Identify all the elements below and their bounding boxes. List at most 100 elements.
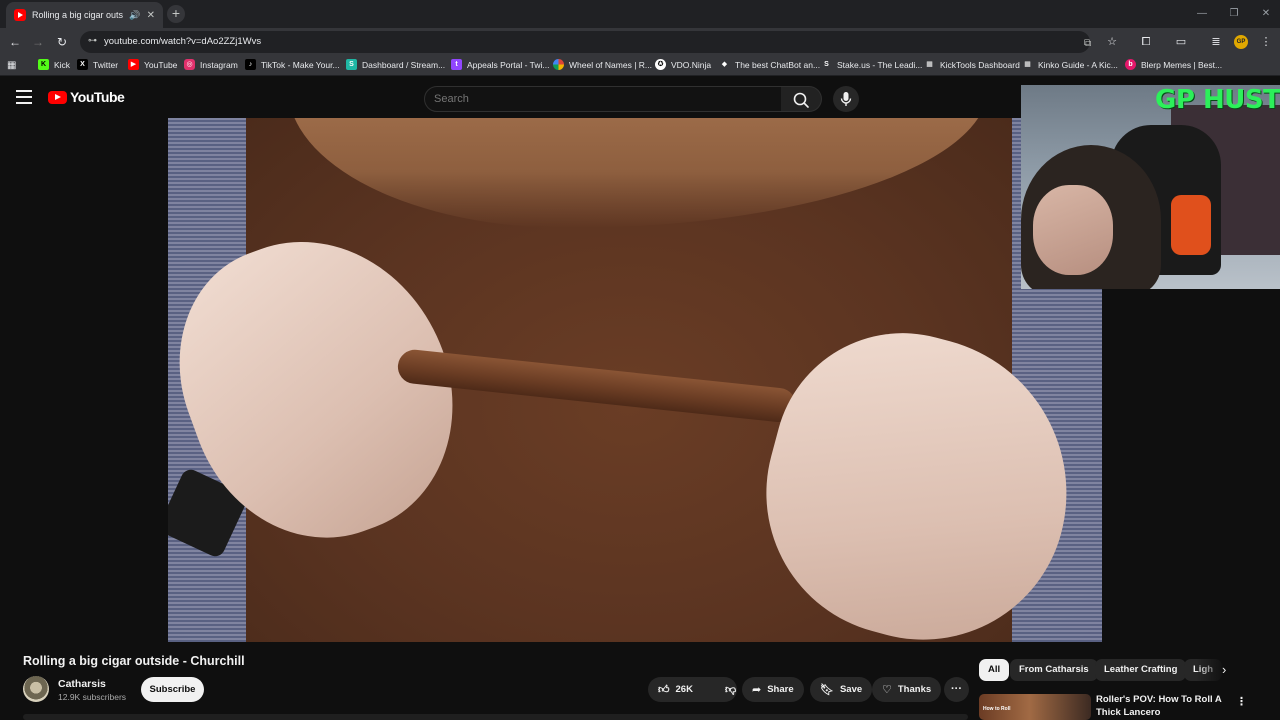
instagram-icon: ◎ xyxy=(184,59,195,70)
recommended-video-thumbnail[interactable]: How to Roll xyxy=(979,694,1091,720)
webcam-overlay: GP HUSTLA xyxy=(1021,85,1280,289)
search-box[interactable] xyxy=(424,86,782,112)
thanks-heart-icon: ♡ xyxy=(882,684,892,696)
like-dislike-group: 👍︎ 26K 👎︎ xyxy=(648,677,737,702)
subscribe-button[interactable]: Subscribe xyxy=(141,677,204,702)
bookmark-kicktools[interactable]: ▦ KickTools Dashboard xyxy=(924,59,1020,70)
thumbs-down-icon: 👎︎ xyxy=(724,684,737,696)
minimize-icon[interactable]: — xyxy=(1186,0,1218,28)
streamelements-icon: S xyxy=(346,59,357,70)
bookmark-label: Instagram xyxy=(200,59,238,70)
bookmarks-bar: ▦ K Kick X Twitter ▶ YouTube ◎ Instagram ♪ Ti… xyxy=(0,56,1280,76)
install-app-icon[interactable]: ⧉ xyxy=(1084,38,1091,49)
wheel-icon xyxy=(553,59,564,70)
bookmark-kick[interactable]: K Kick xyxy=(38,59,70,70)
share-arrow-icon: ➦ xyxy=(752,684,762,696)
bookmark-label: Appeals Portal - Twi... xyxy=(467,59,550,70)
bookmark-instagram[interactable]: ◎ Instagram xyxy=(184,59,238,70)
bookmark-label: Blerp Memes | Best... xyxy=(1141,59,1223,70)
address-bar[interactable]: ⊶ youtube.com/watch?v=dAo2ZZj1Wvs ⧉ xyxy=(80,31,1091,53)
more-actions-icon[interactable]: ··· xyxy=(944,677,969,702)
bookmark-star-icon[interactable]: ☆ xyxy=(1103,33,1121,51)
bookmark-label: VDO.Ninja xyxy=(671,59,712,70)
channel-name[interactable]: Catharsis xyxy=(58,678,106,690)
voice-search-button[interactable] xyxy=(833,86,859,112)
search-input[interactable] xyxy=(434,93,764,105)
bookmark-label: KickTools Dashboard xyxy=(940,59,1020,70)
bookmark-youtube[interactable]: ▶ YouTube xyxy=(128,59,177,70)
chip-leather-crafting[interactable]: Leather Crafting xyxy=(1095,659,1187,681)
bookmark-blerp[interactable]: b Blerp Memes | Best... xyxy=(1125,59,1222,70)
search-icon xyxy=(793,92,809,108)
address-url: youtube.com/watch?v=dAo2ZZj1Wvs xyxy=(104,36,262,47)
bookmark-appeals[interactable]: t Appeals Portal - Twi... xyxy=(451,59,550,70)
thumbs-up-icon: 👍︎ xyxy=(658,684,670,696)
save-button[interactable]: 🔖︎ Save xyxy=(810,677,873,702)
thanks-label: Thanks xyxy=(897,684,932,695)
apps-grid-icon[interactable]: ▦ xyxy=(7,60,16,71)
chevron-right-icon[interactable]: › xyxy=(1222,662,1226,677)
close-window-icon[interactable]: ✕ xyxy=(1250,0,1280,28)
bookmark-icon: 🔖︎ xyxy=(820,684,834,696)
media-controls-icon[interactable]: ≣ xyxy=(1207,33,1225,51)
like-count: 26K xyxy=(675,684,693,695)
bookmark-tiktok[interactable]: ♪ TikTok - Make Your... xyxy=(245,59,340,70)
youtube-logo[interactable]: YouTube xyxy=(48,89,125,105)
bookmark-wheel-of-names[interactable]: Wheel of Names | R... xyxy=(553,59,652,70)
kick-icon: K xyxy=(38,59,49,70)
bookmark-kinko-guide[interactable]: ▦ Kinko Guide - A Kic... xyxy=(1022,59,1118,70)
share-label: Share xyxy=(767,684,794,695)
bookmark-vdo-ninja[interactable]: ✪ VDO.Ninja xyxy=(655,59,711,70)
browser-tab-strip: Rolling a big cigar outside 🔊 ✕ + — ❐ ✕ xyxy=(0,0,1280,28)
search-button[interactable] xyxy=(781,86,822,112)
recommended-more-icon[interactable]: ⋮ xyxy=(1236,695,1247,708)
bookmark-dashboard[interactable]: S Dashboard / Stream... xyxy=(346,59,445,70)
bookmark-twitter[interactable]: X Twitter xyxy=(77,59,118,70)
youtube-favicon-icon xyxy=(14,9,26,21)
stake-icon: S xyxy=(824,61,829,68)
video-player[interactable] xyxy=(168,118,1102,642)
forward-arrow-icon[interactable]: → xyxy=(29,33,47,51)
channel-avatar[interactable] xyxy=(23,676,49,702)
chip-all[interactable]: All xyxy=(979,659,1010,681)
youtube-logo-icon xyxy=(48,90,67,104)
bookmark-chatbot[interactable]: ◆ The best ChatBot an... xyxy=(719,59,820,70)
chip-from-catharsis[interactable]: From Catharsis xyxy=(1010,659,1098,681)
recommended-video-title[interactable]: Roller's POV: How To Roll A Thick Lancer… xyxy=(1096,693,1226,719)
like-button[interactable]: 👍︎ 26K xyxy=(648,677,703,702)
thanks-button[interactable]: ♡ Thanks xyxy=(872,677,942,702)
browser-toolbar: ← → ↻ ⊶ youtube.com/watch?v=dAo2ZZj1Wvs … xyxy=(0,28,1280,56)
bookmark-label: The best ChatBot an... xyxy=(735,59,821,70)
youtube-icon: ▶ xyxy=(128,59,139,70)
share-button[interactable]: ➦ Share xyxy=(742,677,804,702)
reload-icon[interactable]: ↻ xyxy=(53,33,71,51)
twitch-icon: t xyxy=(451,59,462,70)
maximize-icon[interactable]: ❐ xyxy=(1218,0,1250,28)
webcam-overlay-text: GP HUSTLA xyxy=(1155,85,1280,115)
cast-icon[interactable]: ▭ xyxy=(1172,33,1190,51)
bookmark-label: Dashboard / Stream... xyxy=(362,59,446,70)
bookmark-stake[interactable]: S Stake.us - The Leadi... xyxy=(821,59,922,70)
youtube-wordmark: YouTube xyxy=(70,89,125,105)
grid-icon: ▦ xyxy=(926,61,933,68)
grid-icon: ▦ xyxy=(1024,61,1031,68)
bookmark-label: Kick xyxy=(54,59,71,70)
webcam-person-face xyxy=(1033,185,1113,275)
new-tab-button[interactable]: + xyxy=(167,5,185,23)
profile-avatar[interactable]: GP xyxy=(1234,35,1248,49)
back-arrow-icon[interactable]: ← xyxy=(6,33,24,51)
site-info-icon[interactable]: ⊶ xyxy=(88,35,97,46)
vdo-ninja-icon: ✪ xyxy=(655,59,666,70)
bookmark-label: YouTube xyxy=(144,59,178,70)
close-tab-icon[interactable]: ✕ xyxy=(147,10,155,21)
speaker-icon[interactable]: 🔊 xyxy=(129,10,140,21)
menu-hamburger-icon[interactable] xyxy=(16,90,32,104)
tab-title: Rolling a big cigar outside xyxy=(32,10,124,20)
thumbnail-text: How to Roll xyxy=(983,706,1011,712)
blerp-icon: b xyxy=(1125,59,1136,70)
tiktok-icon: ♪ xyxy=(245,59,256,70)
browser-tab-active[interactable]: Rolling a big cigar outside 🔊 ✕ xyxy=(6,2,163,28)
extensions-icon[interactable]: ⧠ xyxy=(1137,33,1155,51)
browser-menu-icon[interactable]: ⋮ xyxy=(1257,33,1275,51)
x-icon: X xyxy=(77,59,88,70)
